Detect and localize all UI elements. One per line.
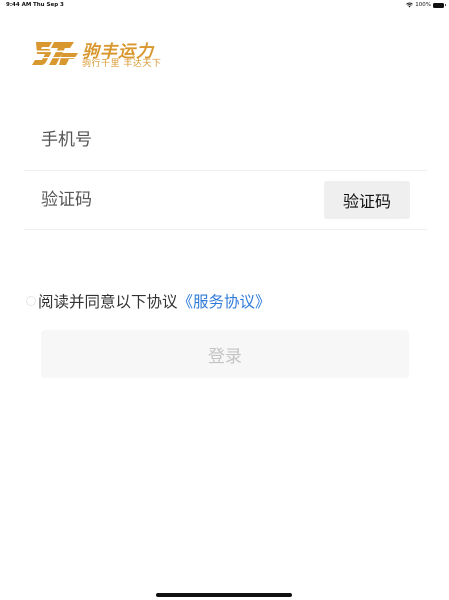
login-button[interactable]: 登录 — [41, 330, 409, 378]
get-code-button[interactable]: 验证码 — [324, 181, 410, 219]
phone-row — [24, 112, 427, 171]
logo-mark-icon — [32, 42, 78, 65]
battery-icon — [433, 2, 446, 8]
verification-code-row: 验证码 — [24, 170, 427, 230]
status-indicators: 100% — [406, 0, 446, 10]
verification-code-input[interactable] — [41, 170, 301, 229]
status-time: 9:44 AM — [6, 2, 32, 8]
agreement-text: 阅读并同意以下协议 — [38, 293, 178, 311]
status-date: Thu Sep 3 — [33, 2, 64, 8]
agreement-row: 阅读并同意以下协议 《服务协议》 — [26, 289, 271, 313]
service-agreement-link[interactable]: 《服务协议》 — [178, 290, 271, 312]
logo-slogan: 驹行千里 丰达天下 — [82, 59, 162, 69]
home-indicator[interactable] — [156, 593, 292, 597]
wifi-icon — [406, 2, 414, 8]
agreement-checkbox[interactable] — [26, 296, 36, 306]
battery-percentage: 100% — [415, 2, 431, 8]
status-bar: 9:44 AM Thu Sep 3 100% — [0, 0, 449, 10]
app-logo: 驹丰运力 驹行千里 丰达天下 — [32, 38, 162, 70]
phone-input[interactable] — [41, 112, 301, 168]
